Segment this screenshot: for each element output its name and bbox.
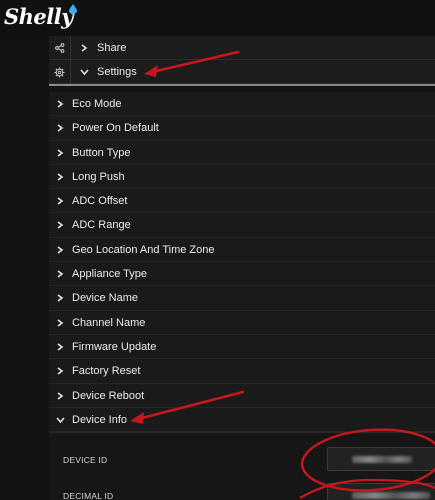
list-item-geo-location[interactable]: Geo Location And Time Zone xyxy=(49,237,435,263)
chevron-down-icon xyxy=(80,60,89,84)
list-item-button-type[interactable]: Button Type xyxy=(49,140,435,165)
settings-list: Eco Mode Power On Default Button Type Lo… xyxy=(49,92,435,433)
list-item-label: Device Info xyxy=(72,413,128,426)
chevron-down-icon xyxy=(56,408,65,432)
left-gutter xyxy=(0,38,49,500)
list-item-label: ADC Range xyxy=(72,219,131,232)
chevron-right-icon xyxy=(56,335,64,359)
device-id-redacted xyxy=(352,456,412,463)
list-item-device-info[interactable]: Device Info xyxy=(49,407,435,433)
chevron-right-icon xyxy=(56,165,64,189)
top-bar: Shelly xyxy=(0,0,435,38)
logo-drop-icon xyxy=(69,4,77,14)
device-id-label: DEVICE ID xyxy=(63,455,108,465)
list-item-firmware-update[interactable]: Firmware Update xyxy=(49,334,435,360)
list-item-label: Channel Name xyxy=(72,316,146,329)
chevron-right-icon xyxy=(56,213,64,237)
list-item-adc-range[interactable]: ADC Range xyxy=(49,213,435,238)
list-item-label: Firmware Update xyxy=(72,340,157,353)
list-item-adc-offset[interactable]: ADC Offset xyxy=(49,189,435,214)
app-page: Shelly Share Settings Eco Mode Power On … xyxy=(0,0,435,500)
decimal-id-field[interactable] xyxy=(327,483,435,500)
list-item-label: Button Type xyxy=(72,146,131,159)
chevron-right-icon xyxy=(56,92,64,116)
chevron-right-icon xyxy=(56,384,64,408)
shelly-logo[interactable]: Shelly xyxy=(4,4,73,29)
list-item-label: Geo Location And Time Zone xyxy=(72,243,215,256)
chevron-right-icon xyxy=(56,116,64,140)
list-item-device-reboot[interactable]: Device Reboot xyxy=(49,383,435,408)
chevron-right-icon xyxy=(56,189,64,213)
chevron-right-icon xyxy=(56,286,64,310)
list-item-appliance-type[interactable]: Appliance Type xyxy=(49,262,435,287)
list-item-label: ADC Offset xyxy=(72,195,128,208)
list-item-eco-mode[interactable]: Eco Mode xyxy=(49,92,435,117)
list-item-factory-reset[interactable]: Factory Reset xyxy=(49,359,435,384)
chevron-right-icon xyxy=(80,36,88,60)
list-item-label: Factory Reset xyxy=(72,365,141,378)
share-label: Share xyxy=(97,42,127,54)
share-icon[interactable] xyxy=(49,36,71,60)
chevron-right-icon xyxy=(56,359,64,383)
list-item-label: Long Push xyxy=(72,170,125,183)
chevron-right-icon xyxy=(56,262,64,286)
list-item-label: Device Name xyxy=(72,292,139,305)
list-item-label: Power On Default xyxy=(72,122,159,135)
share-row[interactable]: Share xyxy=(49,36,435,60)
decimal-id-redacted xyxy=(352,492,430,499)
list-item-label: Eco Mode xyxy=(72,98,122,110)
list-item-channel-name[interactable]: Channel Name xyxy=(49,310,435,335)
list-item-power-on-default[interactable]: Power On Default xyxy=(49,116,435,141)
device-id-field[interactable] xyxy=(327,447,435,471)
list-item-long-push[interactable]: Long Push xyxy=(49,164,435,190)
list-item-label: Appliance Type xyxy=(72,268,148,281)
chevron-right-icon xyxy=(56,238,64,262)
gear-icon[interactable] xyxy=(49,60,71,84)
chevron-right-icon xyxy=(56,311,64,335)
list-item-device-name[interactable]: Device Name xyxy=(49,286,435,311)
settings-row[interactable]: Settings xyxy=(49,60,435,84)
device-info-panel: DEVICE ID DECIMAL ID xyxy=(49,432,435,500)
list-item-label: Device Reboot xyxy=(72,389,145,402)
chevron-right-icon xyxy=(56,141,64,165)
settings-label: Settings xyxy=(97,66,137,78)
settings-divider xyxy=(49,84,435,86)
decimal-id-label: DECIMAL ID xyxy=(63,491,114,500)
